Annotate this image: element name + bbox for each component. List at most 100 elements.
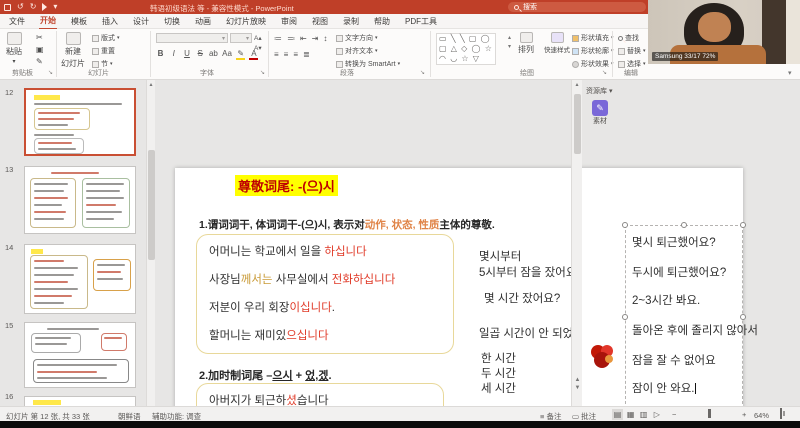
thumbnail-slide-12[interactable] — [24, 88, 136, 156]
selected-text-box[interactable]: 몇시 퇴근했어요? 두시에 퇴근했어요? 2~3시간 봐요. 돌아온 후에 졸리… — [625, 225, 743, 409]
strikethrough-button[interactable]: S — [196, 49, 205, 58]
tab-animations[interactable]: 动画 — [194, 14, 212, 29]
reading-view-icon[interactable]: ▥ — [638, 409, 649, 420]
copy-icon[interactable]: ▣ — [36, 45, 44, 54]
grow-font-button[interactable]: A▴ — [254, 34, 262, 42]
reset-button[interactable]: 重置 — [92, 46, 120, 56]
zoom-percentage[interactable]: 64% — [754, 411, 769, 420]
practice-line[interactable]: 몇시부터 — [479, 248, 521, 264]
slide-canvas[interactable]: 尊敬词尾: -(으)시 1.谓词词干, 体词词干-(으)시, 表示对动作, 状态… — [175, 168, 743, 428]
shape-effects-button[interactable]: 形状效果▾ — [572, 59, 614, 69]
save-icon[interactable] — [4, 4, 11, 11]
thumbnail-slide-15[interactable] — [24, 322, 136, 388]
practice-line[interactable]: 일곱 시간이 안 되었 — [479, 325, 573, 341]
grammar-rule-2[interactable]: 2.加时制词尾 –으시 + 었,겠. — [199, 367, 332, 383]
previous-slide-icon[interactable]: ▲ — [572, 376, 583, 384]
fit-to-window-icon[interactable] — [780, 408, 782, 419]
increase-indent-icon[interactable]: ⇥ — [312, 34, 319, 43]
font-size-combo[interactable]: ▾ — [230, 33, 252, 43]
practice-line[interactable]: 몇 시간 잤어요? — [484, 290, 560, 306]
flower-logo-icon[interactable] — [588, 342, 616, 370]
bullets-icon[interactable]: ≔ — [274, 34, 282, 43]
slide-title[interactable]: 尊敬词尾: -(으)시 — [235, 175, 338, 196]
resource-library-button[interactable]: 资源库 ▾ — [586, 86, 612, 96]
shrink-font-button[interactable]: A▾ — [254, 44, 262, 52]
start-slideshow-icon[interactable] — [42, 3, 47, 11]
thumbnail-scrollbar[interactable]: ▴ — [146, 80, 155, 406]
resize-handle[interactable] — [681, 222, 687, 228]
replace-button[interactable]: 替换▾ — [618, 46, 646, 56]
layout-button[interactable]: 版式▾ — [92, 33, 120, 43]
numbering-icon[interactable]: ≕ — [287, 34, 295, 43]
normal-view-icon[interactable]: ▤ — [612, 409, 623, 420]
char-spacing-button[interactable]: ab — [209, 49, 218, 58]
tab-template[interactable]: 模板 — [70, 14, 88, 29]
scrollbar-thumb[interactable] — [148, 150, 155, 260]
text-highlight-button[interactable]: ✎ — [236, 49, 245, 60]
tab-slideshow[interactable]: 幻灯片放映 — [225, 14, 267, 29]
align-text-button[interactable]: 对齐文本▾ — [336, 46, 400, 56]
scroll-up-icon[interactable]: ▴ — [147, 80, 155, 90]
align-left-icon[interactable]: ≡ — [274, 50, 279, 59]
tab-file[interactable]: 文件 — [8, 14, 26, 29]
zoom-out-button[interactable]: − — [672, 410, 676, 419]
thumbnail-slide-16[interactable] — [24, 396, 136, 406]
arrange-button[interactable]: 排列 — [518, 32, 534, 55]
tab-review[interactable]: 审阅 — [280, 14, 298, 29]
paragraph-dialog-launcher[interactable]: ↘ — [420, 69, 425, 76]
scrollbar-thumb[interactable] — [574, 94, 581, 154]
collapse-ribbon-icon[interactable]: ▾ — [788, 69, 792, 77]
undo-icon[interactable]: ↺ — [17, 2, 24, 12]
thumbnail-slide-14[interactable] — [24, 244, 136, 314]
decrease-indent-icon[interactable]: ⇤ — [300, 34, 307, 43]
scroll-up-icon[interactable]: ▴ — [572, 80, 582, 90]
paste-button[interactable]: 粘贴 ▾ — [6, 32, 22, 65]
format-painter-icon[interactable]: ✎ — [36, 57, 44, 66]
slide-sorter-view-icon[interactable]: ▦ — [625, 409, 636, 420]
resize-handle[interactable] — [740, 314, 746, 320]
material-button[interactable]: ✎ 素材 — [592, 100, 608, 126]
practice-line[interactable]: 세 시간 — [481, 380, 516, 396]
resize-handle[interactable] — [622, 314, 628, 320]
zoom-in-button[interactable]: + — [742, 410, 746, 419]
resize-handle[interactable] — [622, 222, 628, 228]
tab-design[interactable]: 设计 — [132, 14, 150, 29]
webcam-overlay[interactable]: Samsung 33/17 72% — [648, 0, 800, 64]
tab-record[interactable]: 录制 — [342, 14, 360, 29]
shapes-gallery[interactable]: ▭ ╲ ╲ ▢ ◯ ▢ △ ◇ ◯ ☆ ◠ ◡ ☆ ▽ — [436, 33, 496, 65]
tab-transitions[interactable]: 切换 — [163, 14, 181, 29]
line-spacing-icon[interactable]: ↕ — [323, 34, 327, 43]
shape-outline-button[interactable]: 形状轮廓▾ — [572, 46, 614, 56]
new-slide-button[interactable]: 新建 幻灯片 — [61, 32, 85, 69]
align-right-icon[interactable]: ≡ — [293, 50, 298, 59]
tab-view[interactable]: 视图 — [311, 14, 329, 29]
font-dialog-launcher[interactable]: ↘ — [260, 69, 265, 76]
cut-icon[interactable]: ✂ — [36, 33, 44, 42]
search-box[interactable]: 搜索 — [508, 2, 646, 12]
practice-line[interactable]: 두 시간 — [481, 365, 516, 381]
shape-fill-button[interactable]: 形状填充▾ — [572, 33, 614, 43]
tab-home[interactable]: 开始 — [39, 13, 57, 30]
next-slide-icon[interactable]: ▼ — [572, 384, 583, 392]
resize-handle[interactable] — [740, 222, 746, 228]
underline-button[interactable]: U — [182, 49, 191, 58]
redo-icon[interactable]: ↻ — [30, 2, 37, 12]
align-center-icon[interactable]: ≡ — [284, 50, 289, 59]
italic-button[interactable]: I — [169, 49, 178, 58]
find-button[interactable]: 查找 — [618, 33, 646, 43]
clipboard-dialog-launcher[interactable]: ↘ — [48, 69, 53, 76]
bold-button[interactable]: B — [156, 49, 165, 58]
font-name-combo[interactable]: ▾ — [156, 33, 228, 43]
text-direction-button[interactable]: 文字方向▾ — [336, 33, 400, 43]
slideshow-view-icon[interactable]: ▷ — [651, 409, 662, 420]
zoom-slider-knob[interactable] — [708, 409, 711, 418]
practice-line[interactable]: 한 시간 — [481, 350, 516, 366]
tab-pdf-tools[interactable]: PDF工具 — [404, 14, 438, 29]
practice-line[interactable]: 5시부터 잠을 잤어요 — [479, 264, 576, 280]
qat-dropdown-icon[interactable]: ▾ — [53, 2, 57, 12]
canvas-scrollbar[interactable]: ▴ ▲ ▼ — [571, 80, 582, 406]
tab-insert[interactable]: 插入 — [101, 14, 119, 29]
example-box-1[interactable]: 어머니는 학교에서 일을 하십니다 사장님께서는 사무실에서 전화하십니다 저분… — [196, 234, 454, 354]
drawing-dialog-launcher[interactable]: ↘ — [602, 69, 607, 76]
quick-styles-button[interactable]: 快速样式 — [544, 32, 570, 54]
